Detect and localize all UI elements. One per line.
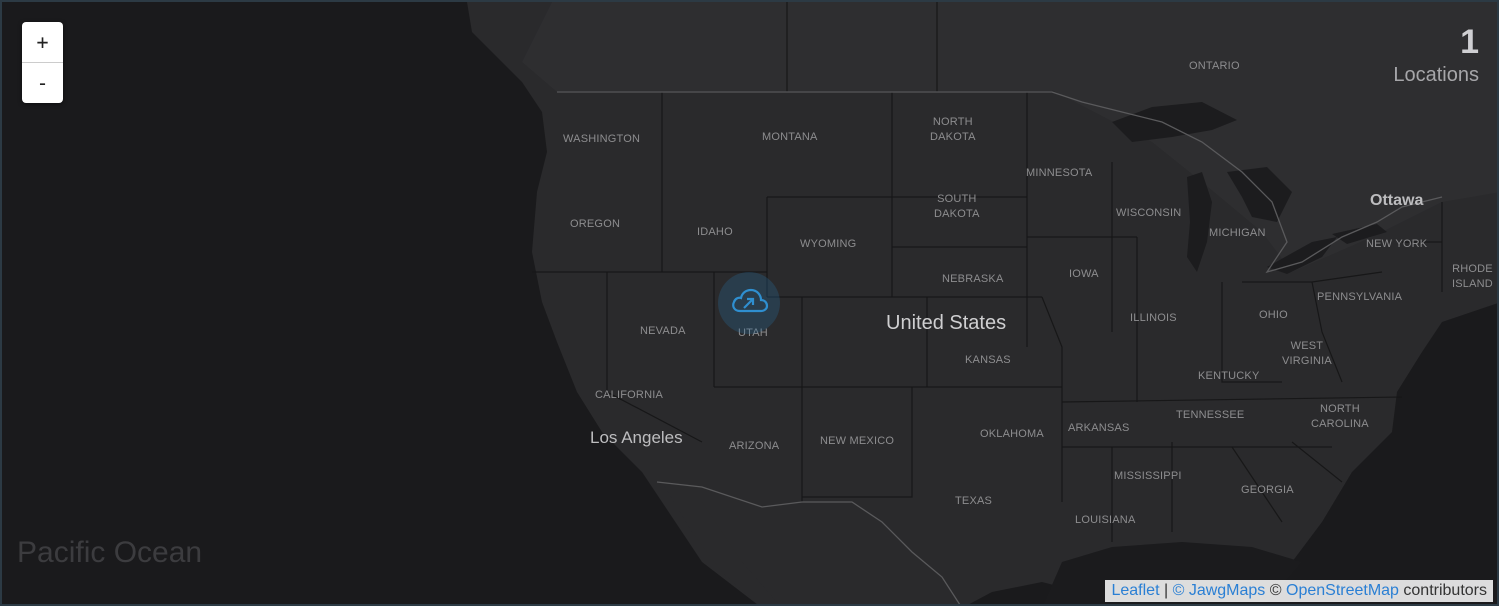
label-ocean: Pacific Ocean: [17, 536, 203, 569]
locations-caption: Locations: [1393, 64, 1479, 86]
label-nebraska: NEBRASKA: [942, 273, 1004, 285]
leaflet-link[interactable]: Leaflet: [1111, 582, 1159, 599]
label-ontario: ONTARIO: [1189, 60, 1240, 72]
label-wyoming: WYOMING: [800, 238, 857, 250]
label-west-virginia: WEST VIRGINIA: [1282, 340, 1332, 367]
zoom-in-button[interactable]: +: [22, 22, 63, 62]
map-canvas[interactable]: ONTARIO WASHINGTON MONTANA NORTH DAKOTA …: [0, 0, 1499, 606]
label-minnesota: MINNESOTA: [1026, 167, 1093, 179]
label-arkansas: ARKANSAS: [1068, 422, 1130, 434]
label-ohio: OHIO: [1259, 309, 1288, 321]
label-kansas: KANSAS: [965, 354, 1011, 366]
jawgmaps-link[interactable]: © JawgMaps: [1173, 582, 1266, 599]
label-los-angeles: Los Angeles: [590, 428, 683, 447]
location-marker[interactable]: [718, 272, 780, 334]
label-north-carolina: NORTH CAROLINA: [1311, 403, 1369, 430]
label-ottawa: Ottawa: [1370, 192, 1424, 209]
label-south-dakota: SOUTH DAKOTA: [934, 193, 980, 220]
label-oklahoma: OKLAHOMA: [980, 428, 1044, 440]
zoom-out-button[interactable]: -: [22, 62, 63, 103]
label-new-york: NEW YORK: [1366, 238, 1428, 250]
label-wisconsin: WISCONSIN: [1116, 207, 1182, 219]
label-nevada: NEVADA: [640, 325, 686, 337]
zoom-control: + -: [22, 22, 63, 103]
label-louisiana: LOUISIANA: [1075, 514, 1136, 526]
label-tennessee: TENNESSEE: [1176, 409, 1245, 421]
label-rhode-island: RHODE ISLAND: [1452, 263, 1493, 290]
label-country: United States: [886, 312, 1007, 334]
attribution-copyright: ©: [1269, 582, 1282, 599]
openstreetmap-link[interactable]: OpenStreetMap: [1286, 582, 1399, 599]
locations-counter: 1 Locations: [1393, 24, 1479, 87]
label-arizona: ARIZONA: [729, 440, 780, 452]
label-georgia: GEORGIA: [1241, 484, 1294, 496]
label-montana: MONTANA: [762, 131, 818, 143]
label-north-dakota: NORTH DAKOTA: [930, 116, 976, 143]
label-pennsylvania: PENNSYLVANIA: [1317, 291, 1403, 303]
label-michigan: MICHIGAN: [1209, 227, 1266, 239]
cloud-upload-icon: [729, 285, 769, 322]
attribution-separator: |: [1163, 582, 1169, 599]
label-mississippi: MISSISSIPPI: [1114, 470, 1182, 482]
attribution-contributors: contributors: [1403, 582, 1487, 599]
label-washington: WASHINGTON: [563, 133, 641, 145]
label-california: CALIFORNIA: [595, 389, 664, 401]
label-texas: TEXAS: [955, 495, 993, 507]
locations-count: 1: [1460, 23, 1479, 61]
map-attribution: Leaflet | © JawgMaps © OpenStreetMap con…: [1105, 580, 1493, 602]
label-new-mexico: NEW MEXICO: [820, 435, 895, 447]
label-iowa: IOWA: [1069, 268, 1099, 280]
label-oregon: OREGON: [570, 218, 621, 230]
label-idaho: IDAHO: [697, 226, 733, 238]
label-illinois: ILLINOIS: [1130, 312, 1177, 324]
label-kentucky: KENTUCKY: [1198, 370, 1260, 382]
